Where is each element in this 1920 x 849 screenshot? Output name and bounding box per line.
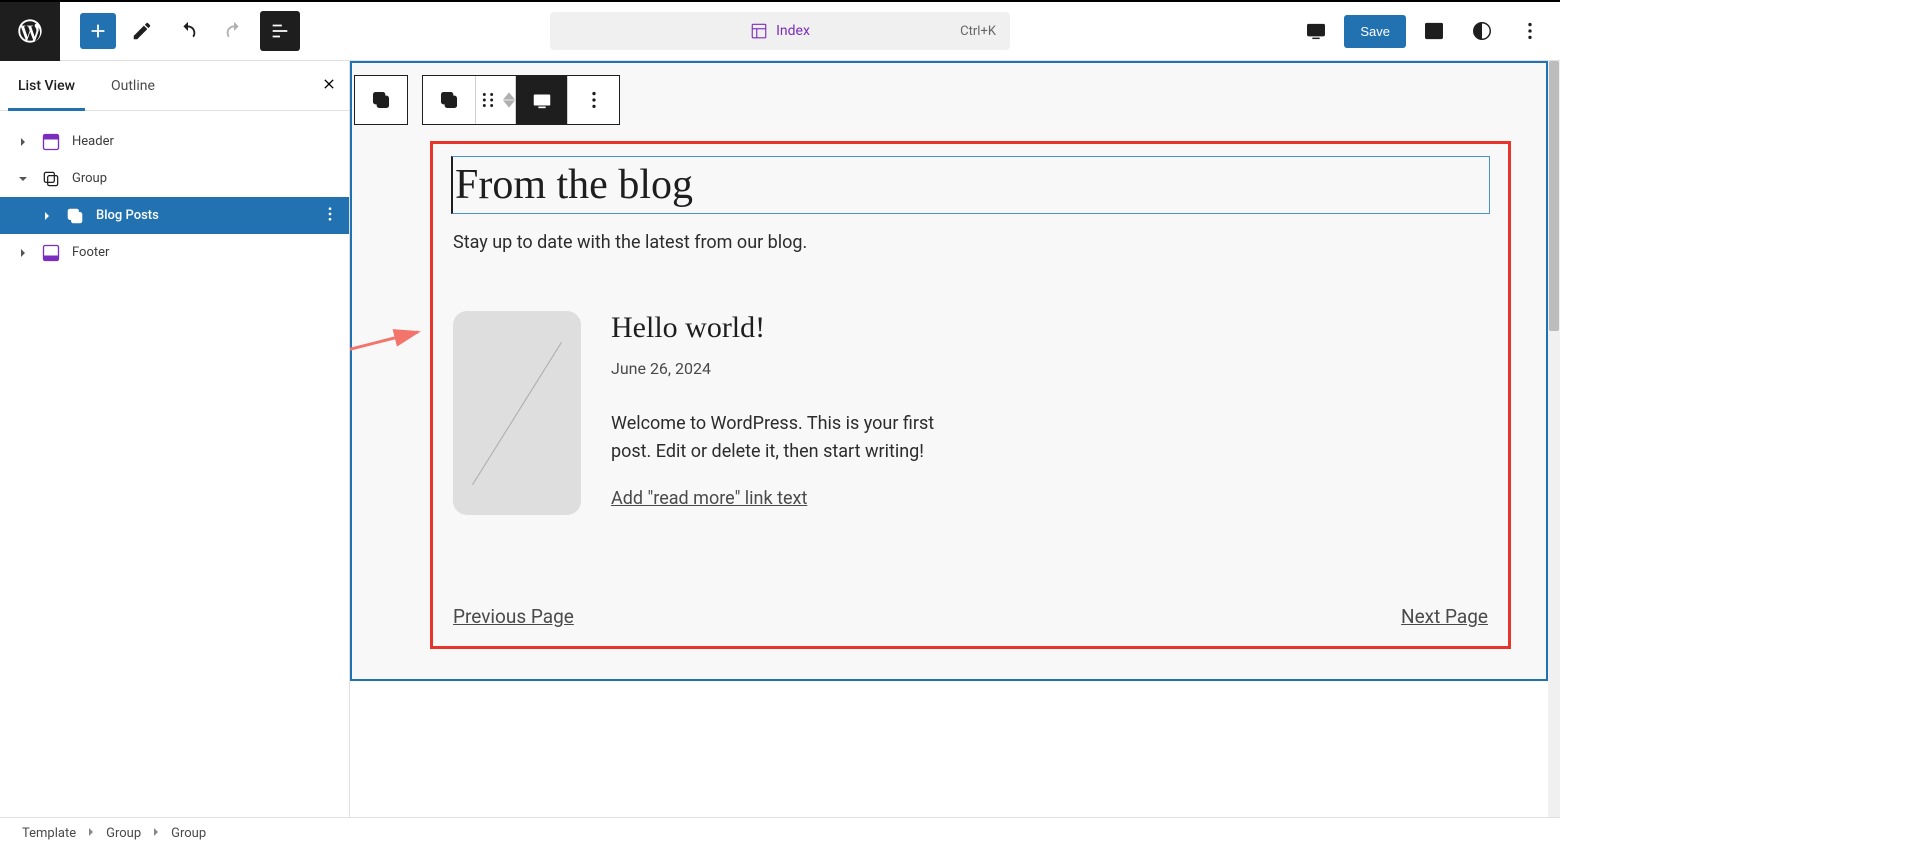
header-block-icon [40, 131, 62, 153]
tree-item-blog-posts[interactable]: Blog Posts [0, 197, 349, 234]
next-page-link[interactable]: Next Page [1401, 605, 1488, 628]
selected-group-block[interactable]: From the blog Stay up to date with the l… [350, 61, 1548, 681]
tools-button[interactable] [122, 11, 162, 51]
chevron-right-icon [40, 211, 54, 221]
featured-image-placeholder[interactable] [453, 311, 581, 515]
editor-canvas[interactable]: From the blog Stay up to date with the l… [350, 61, 1560, 817]
tree-item-header[interactable]: Header [0, 123, 349, 160]
post-excerpt[interactable]: Welcome to WordPress. This is your first… [611, 410, 941, 466]
heading-block[interactable]: From the blog [451, 156, 1490, 214]
block-toolbar [354, 75, 620, 125]
breadcrumb-item[interactable]: Group [106, 826, 141, 841]
close-panel-button[interactable] [321, 76, 337, 96]
tab-outline[interactable]: Outline [93, 61, 173, 110]
subtitle-text[interactable]: Stay up to date with the latest from our… [453, 232, 1508, 253]
block-tree: Header Group Blog Posts Footer [0, 111, 349, 271]
scrollbar-thumb[interactable] [1549, 61, 1559, 331]
document-overview-button[interactable] [260, 11, 300, 51]
post-title[interactable]: Hello world! [611, 311, 941, 345]
wordpress-logo[interactable] [0, 2, 60, 61]
annotation-highlight-box: From the blog Stay up to date with the l… [430, 141, 1511, 649]
tree-item-label: Group [72, 171, 107, 186]
view-button[interactable] [1296, 11, 1336, 51]
top-toolbar: Index Ctrl+K Save [0, 2, 1560, 61]
annotation-arrow [350, 324, 438, 394]
undo-button[interactable] [168, 11, 208, 51]
chevron-right-icon [151, 826, 161, 841]
tree-item-label: Footer [72, 245, 109, 260]
chevron-right-icon [16, 248, 30, 258]
options-button[interactable] [1510, 11, 1550, 51]
chevron-right-icon [16, 137, 30, 147]
settings-sidebar-button[interactable] [1414, 11, 1454, 51]
group-block-icon [64, 205, 86, 227]
chevron-right-icon [86, 826, 96, 841]
block-options-button[interactable] [567, 76, 619, 124]
list-view-panel: List View Outline Header Group [0, 61, 350, 817]
tree-item-group[interactable]: Group [0, 160, 349, 197]
breadcrumb-item[interactable]: Template [22, 826, 76, 841]
parent-block-button[interactable] [355, 76, 407, 124]
template-icon [750, 22, 768, 40]
save-button[interactable]: Save [1344, 15, 1406, 48]
group-block-icon [40, 168, 62, 190]
add-block-button[interactable] [80, 13, 116, 49]
scrollbar[interactable] [1548, 61, 1560, 817]
read-more-link[interactable]: Add "read more" link text [611, 488, 807, 509]
block-type-button[interactable] [423, 76, 475, 124]
post-date[interactable]: June 26, 2024 [611, 359, 941, 378]
move-handles[interactable] [503, 92, 515, 108]
pagination: Previous Page Next Page [453, 605, 1488, 628]
template-name: Index [776, 23, 810, 39]
align-button[interactable] [515, 76, 567, 124]
footer-block-icon [40, 242, 62, 264]
block-breadcrumb: Template Group Group [0, 817, 1560, 849]
post-item: Hello world! June 26, 2024 Welcome to Wo… [453, 311, 1508, 515]
redo-button[interactable] [214, 11, 254, 51]
shortcut-hint: Ctrl+K [960, 24, 996, 39]
prev-page-link[interactable]: Previous Page [453, 605, 574, 628]
styles-button[interactable] [1462, 11, 1502, 51]
tree-item-label: Blog Posts [96, 208, 159, 223]
tree-item-footer[interactable]: Footer [0, 234, 349, 271]
chevron-down-icon [16, 174, 30, 184]
breadcrumb-item[interactable]: Group [171, 826, 206, 841]
drag-handle[interactable] [475, 76, 515, 124]
tab-list-view[interactable]: List View [0, 61, 93, 110]
tree-item-label: Header [72, 134, 114, 149]
template-selector[interactable]: Index Ctrl+K [550, 12, 1010, 50]
tree-item-options-button[interactable] [321, 205, 339, 227]
